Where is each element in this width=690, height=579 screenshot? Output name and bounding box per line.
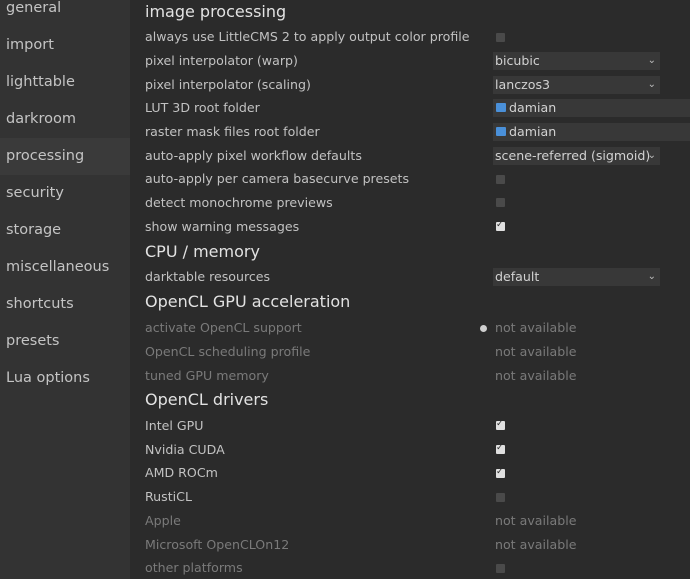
- preferences-panel: image processing always use LittleCMS 2 …: [130, 0, 690, 579]
- sidebar-item-security[interactable]: security: [0, 175, 130, 212]
- sidebar-item-processing[interactable]: processing: [0, 138, 130, 175]
- workflow-value: scene-referred (sigmoid): [495, 148, 651, 163]
- tuned-gpu-label: tuned GPU memory: [145, 368, 269, 383]
- warp-value: bicubic: [495, 53, 540, 68]
- folder-icon: [496, 127, 506, 136]
- section-title-cpu-memory: CPU / memory: [145, 242, 260, 261]
- sidebar-item-lua-options[interactable]: Lua options: [0, 360, 130, 397]
- lut-label: LUT 3D root folder: [145, 100, 260, 115]
- other-platforms-checkbox[interactable]: [496, 564, 505, 573]
- warn-label: show warning messages: [145, 219, 300, 234]
- resources-label: darktable resources: [145, 269, 271, 284]
- lut-folder-value: damian: [509, 100, 557, 115]
- section-title-image-processing: image processing: [145, 2, 287, 21]
- warp-label: pixel interpolator (warp): [145, 53, 298, 68]
- chevron-down-icon: ⌄: [647, 150, 656, 161]
- checkmark-icon: ✓: [496, 443, 504, 453]
- lcms-label: always use LittleCMS 2 to apply output c…: [145, 29, 470, 44]
- ms-opencl-value: not available: [495, 537, 577, 552]
- amd-label: AMD ROCm: [145, 465, 218, 480]
- checkmark-icon: ✓: [496, 419, 504, 429]
- section-title-opencl-drivers: OpenCL drivers: [145, 390, 269, 409]
- scaling-value: lanczos3: [495, 77, 551, 92]
- sidebar-item-lighttable[interactable]: lighttable: [0, 64, 130, 101]
- ms-opencl-label: Microsoft OpenCLOn12: [145, 537, 290, 552]
- activate-opencl-value: not available: [495, 320, 577, 335]
- sidebar-item-presets[interactable]: presets: [0, 323, 130, 360]
- other-platforms-label: other platforms: [145, 560, 243, 575]
- chevron-down-icon: ⌄: [647, 271, 656, 282]
- scaling-dropdown[interactable]: lanczos3 ⌄: [493, 76, 660, 94]
- mask-folder-chooser[interactable]: damian: [493, 123, 690, 141]
- rusticl-checkbox[interactable]: [496, 493, 505, 502]
- scaling-label: pixel interpolator (scaling): [145, 77, 311, 92]
- warp-dropdown[interactable]: bicubic ⌄: [493, 52, 660, 70]
- lcms-checkbox[interactable]: [496, 33, 505, 42]
- checkmark-icon: ✓: [496, 220, 504, 230]
- nvidia-label: Nvidia CUDA: [145, 442, 225, 457]
- sidebar-item-storage[interactable]: storage: [0, 212, 130, 249]
- sidebar-item-darkroom[interactable]: darkroom: [0, 101, 130, 138]
- scheduling-value: not available: [495, 344, 577, 359]
- resources-dropdown[interactable]: default ⌄: [493, 268, 660, 286]
- checkmark-icon: ✓: [496, 467, 504, 477]
- sidebar-item-miscellaneous[interactable]: miscellaneous: [0, 249, 130, 286]
- sidebar-item-general[interactable]: general: [0, 0, 130, 27]
- warn-checkbox[interactable]: ✓: [496, 220, 505, 231]
- lut-folder-chooser[interactable]: damian: [493, 99, 690, 117]
- workflow-dropdown[interactable]: scene-referred (sigmoid) ⌄: [493, 147, 660, 165]
- sidebar: general import lighttable darkroom proce…: [0, 0, 130, 579]
- scheduling-label: OpenCL scheduling profile: [145, 344, 311, 359]
- mask-label: raster mask files root folder: [145, 124, 320, 139]
- activate-opencl-label: activate OpenCL support: [145, 320, 302, 335]
- workflow-label: auto-apply pixel workflow defaults: [145, 148, 362, 163]
- mask-folder-value: damian: [509, 124, 557, 139]
- rusticl-label: RustiCL: [145, 489, 192, 504]
- resources-value: default: [495, 269, 540, 284]
- chevron-down-icon: ⌄: [647, 55, 656, 66]
- intel-label: Intel GPU: [145, 418, 204, 433]
- basecurve-checkbox[interactable]: [496, 175, 505, 184]
- status-dot-icon: [480, 325, 487, 332]
- mono-checkbox[interactable]: [496, 198, 505, 207]
- basecurve-label: auto-apply per camera basecurve presets: [145, 171, 410, 186]
- sidebar-item-import[interactable]: import: [0, 27, 130, 64]
- folder-icon: [496, 103, 506, 112]
- amd-checkbox[interactable]: ✓: [496, 467, 505, 478]
- section-title-opencl: OpenCL GPU acceleration: [145, 292, 351, 311]
- apple-value: not available: [495, 513, 577, 528]
- chevron-down-icon: ⌄: [647, 79, 656, 90]
- intel-checkbox[interactable]: ✓: [496, 419, 505, 430]
- tuned-gpu-value: not available: [495, 368, 577, 383]
- apple-label: Apple: [145, 513, 181, 528]
- sidebar-item-shortcuts[interactable]: shortcuts: [0, 286, 130, 323]
- nvidia-checkbox[interactable]: ✓: [496, 443, 505, 454]
- mono-label: detect monochrome previews: [145, 195, 333, 210]
